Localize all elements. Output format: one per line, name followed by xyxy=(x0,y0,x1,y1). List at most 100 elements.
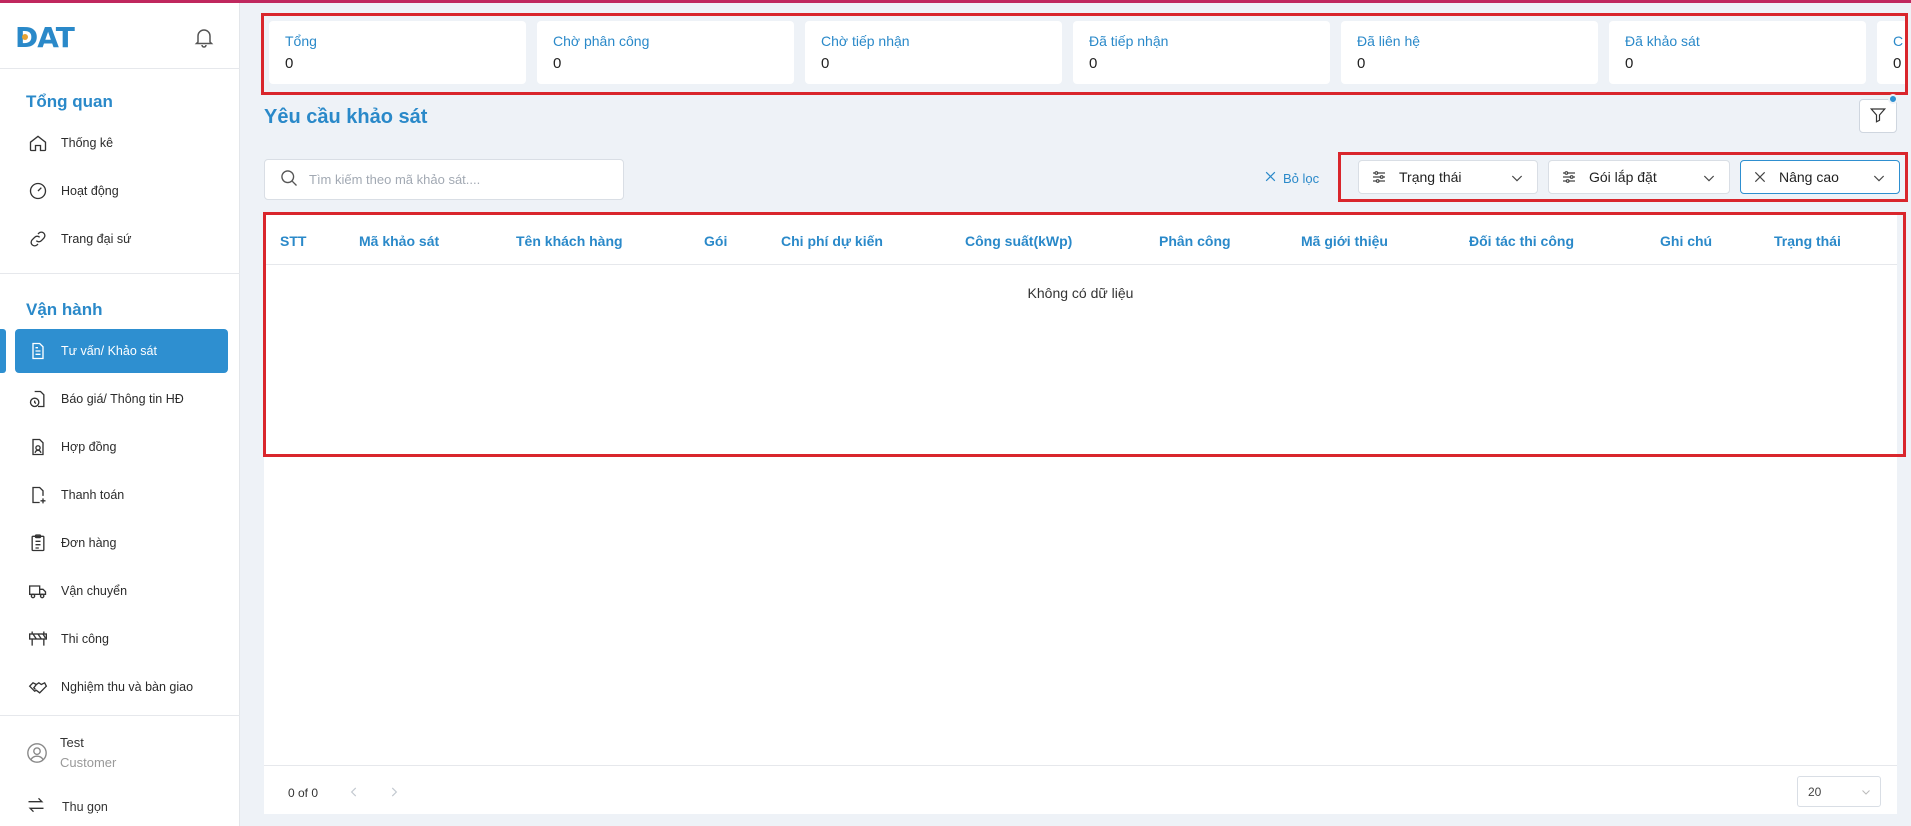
notification-bell-icon[interactable] xyxy=(192,25,216,49)
search-input[interactable] xyxy=(309,172,609,187)
home-icon xyxy=(27,132,49,154)
sidebar-item-label: Đơn hàng xyxy=(61,536,117,550)
page-size-select[interactable]: 20 xyxy=(1797,776,1881,807)
close-icon[interactable] xyxy=(1753,170,1767,184)
section-title-overview: Tổng quan xyxy=(26,92,113,111)
chevron-down-icon xyxy=(1871,170,1887,189)
chevron-left-icon[interactable] xyxy=(344,782,364,802)
sidebar-divider xyxy=(0,715,240,716)
sidebar-item-tu-van-khao-sat[interactable]: Tư vấn/ Khảo sát xyxy=(15,329,228,373)
stat-label: Đã tiếp nhận xyxy=(1089,33,1169,49)
sidebar-divider xyxy=(0,68,240,69)
stat-card-total[interactable]: Tổng 0 xyxy=(269,21,526,84)
status-filter-select[interactable]: Trạng thái xyxy=(1358,160,1538,194)
sidebar-item-thi-cong[interactable]: Thi công xyxy=(15,617,228,661)
filter-active-indicator xyxy=(1888,94,1898,104)
gauge-icon xyxy=(27,180,49,202)
dat-logo-icon: DAT xyxy=(15,22,76,52)
stat-label: C xyxy=(1893,33,1904,49)
package-filter-label: Gói lắp đặt xyxy=(1589,169,1657,185)
handshake-icon xyxy=(27,676,49,698)
filter-selects-group: Trạng thái Gói lắp đặt Nâng cao xyxy=(1338,152,1908,202)
stat-value: 0 xyxy=(1089,55,1098,72)
sidebar-item-label: Vận chuyển xyxy=(61,584,128,598)
construction-icon xyxy=(27,628,49,650)
sidebar-item-label: Trang đại sứ xyxy=(61,232,132,246)
sidebar: DAT Tổng quan Thống kê Hoạt động Trang đ… xyxy=(0,3,240,826)
chevron-right-icon[interactable] xyxy=(384,782,404,802)
chevron-down-icon xyxy=(1860,786,1872,801)
stat-label: Đã khảo sát xyxy=(1625,33,1700,49)
user-name: Test xyxy=(60,735,84,750)
file-clock-icon xyxy=(27,388,49,410)
sidebar-item-van-chuyen[interactable]: Vận chuyển xyxy=(15,569,228,613)
stat-value: 0 xyxy=(1625,55,1634,72)
stat-label: Đã liên hệ xyxy=(1357,33,1421,49)
sidebar-item-label: Nghiệm thu và bàn giao xyxy=(61,680,194,694)
user-role: Customer xyxy=(60,755,117,770)
collapse-sidebar-button[interactable]: Thu gọn xyxy=(26,795,108,818)
file-plus-icon xyxy=(27,484,49,506)
advanced-filter-select[interactable]: Nâng cao xyxy=(1740,160,1900,194)
filter-toggle-button[interactable] xyxy=(1859,99,1897,133)
sidebar-item-don-hang[interactable]: Đơn hàng xyxy=(15,521,228,565)
sidebar-item-thong-ke[interactable]: Thống kê xyxy=(15,121,228,165)
stat-card-contacted[interactable]: Đã liên hệ 0 xyxy=(1341,21,1598,84)
stat-label: Chờ tiếp nhận xyxy=(821,33,910,49)
chevron-down-icon xyxy=(1509,170,1525,189)
stat-card-truncated[interactable]: C 0 xyxy=(1877,21,1905,84)
sliders-icon xyxy=(1371,169,1387,185)
clear-filter-button[interactable]: Bỏ lọc xyxy=(1264,170,1319,186)
sidebar-item-label: Hoạt động xyxy=(61,184,119,198)
package-filter-select[interactable]: Gói lắp đặt xyxy=(1548,160,1730,194)
chevron-down-icon xyxy=(1701,170,1717,189)
sidebar-item-label: Thi công xyxy=(61,632,109,646)
stats-bar: Tổng 0 Chờ phân công 0 Chờ tiếp nhận 0 Đ… xyxy=(261,13,1908,95)
sidebar-item-label: Tư vấn/ Khảo sát xyxy=(61,344,157,358)
link-icon xyxy=(27,228,49,250)
brand-logo[interactable]: DAT xyxy=(15,21,85,53)
avatar-icon xyxy=(26,742,48,764)
sidebar-item-bao-gia[interactable]: Báo giá/ Thông tin HĐ xyxy=(15,377,228,421)
sidebar-item-label: Thanh toán xyxy=(61,488,125,502)
sliders-icon xyxy=(1561,169,1577,185)
sidebar-item-label: Báo giá/ Thông tin HĐ xyxy=(61,392,184,406)
page-size-value: 20 xyxy=(1808,784,1822,799)
stat-label: Chờ phân công xyxy=(553,33,650,49)
stat-value: 0 xyxy=(1893,55,1902,72)
swap-arrows-icon xyxy=(26,795,46,818)
stat-value: 0 xyxy=(1357,55,1366,72)
active-nav-marker xyxy=(0,329,6,373)
section-title-operations: Vận hành xyxy=(26,300,103,319)
stat-card-received[interactable]: Đã tiếp nhận 0 xyxy=(1073,21,1330,84)
clear-filter-label: Bỏ lọc xyxy=(1283,170,1320,186)
sidebar-item-label: Thống kê xyxy=(61,136,114,150)
contract-icon xyxy=(27,436,49,458)
stat-value: 0 xyxy=(821,55,830,72)
stat-label: Tổng xyxy=(285,33,317,49)
stat-card-awaiting-reception[interactable]: Chờ tiếp nhận 0 xyxy=(805,21,1062,84)
search-box[interactable] xyxy=(264,159,624,200)
collapse-label: Thu gọn xyxy=(62,799,108,814)
table-footer: 0 of 0 20 xyxy=(264,765,1897,814)
status-filter-label: Trạng thái xyxy=(1399,169,1462,185)
sidebar-item-hoat-dong[interactable]: Hoạt động xyxy=(15,169,228,213)
user-profile[interactable]: Test Customer xyxy=(26,733,116,773)
truck-icon xyxy=(27,580,49,602)
stat-card-awaiting-assignment[interactable]: Chờ phân công 0 xyxy=(537,21,794,84)
document-icon xyxy=(27,340,49,362)
pagination-count: 0 of 0 xyxy=(288,786,319,800)
sidebar-item-trang-dai-su[interactable]: Trang đại sứ xyxy=(15,217,228,261)
top-accent-line xyxy=(0,0,1911,3)
sidebar-item-label: Hợp đồng xyxy=(61,440,117,454)
stat-value: 0 xyxy=(285,55,294,72)
sidebar-divider xyxy=(0,273,240,274)
sidebar-item-nghiem-thu[interactable]: Nghiệm thu và bàn giao xyxy=(15,665,228,709)
page-title: Yêu cầu khảo sát xyxy=(264,106,428,128)
filter-funnel-icon xyxy=(1869,106,1887,127)
sidebar-item-thanh-toan[interactable]: Thanh toán xyxy=(15,473,228,517)
advanced-filter-label: Nâng cao xyxy=(1779,169,1839,185)
close-icon xyxy=(1264,170,1277,186)
stat-card-surveyed[interactable]: Đã khảo sát 0 xyxy=(1609,21,1866,84)
sidebar-item-hop-dong[interactable]: Hợp đồng xyxy=(15,425,228,469)
